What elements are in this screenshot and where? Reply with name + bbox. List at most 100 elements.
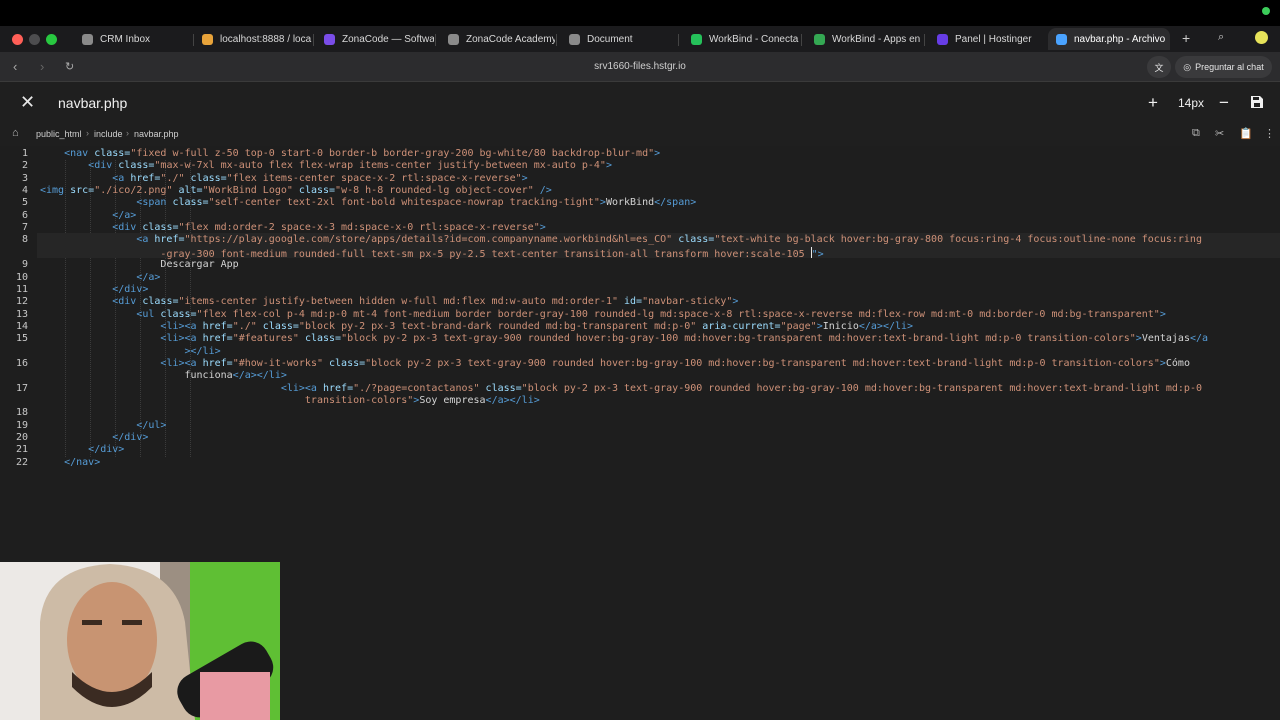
code-token: class= xyxy=(94,148,131,159)
code-line[interactable]: <div class="flex md:order-2 space-x-3 md… xyxy=(40,222,546,234)
browser-tab[interactable]: WorkBind - Conecta xyxy=(683,28,800,50)
code-line[interactable]: </ul> xyxy=(40,420,166,432)
code-token: > xyxy=(732,296,739,308)
code-token: "text-white bg-black hover:bg-gray-800 f… xyxy=(714,234,1202,246)
code-line[interactable]: <img src="./ico/2.png" alt="WorkBind Log… xyxy=(40,185,552,197)
code-line[interactable]: ></li> xyxy=(40,346,221,358)
code-line[interactable]: </div> xyxy=(40,284,148,296)
code-line[interactable]: <a href="https://play.google.com/store/a… xyxy=(40,234,1202,246)
window-maximize-button[interactable] xyxy=(46,34,57,45)
crm-icon xyxy=(82,33,93,45)
code-token: class= xyxy=(172,197,209,209)
code-token: "page" xyxy=(780,320,817,332)
code-token: class= xyxy=(329,357,366,369)
code-token: "./" xyxy=(232,320,263,332)
document-icon xyxy=(569,33,580,45)
browser-tab[interactable]: Document xyxy=(561,28,677,50)
paste-icon[interactable]: 📋 xyxy=(1239,127,1253,140)
code-token: href= xyxy=(130,172,161,184)
code-token: href= xyxy=(202,357,233,369)
code-token: </div> xyxy=(88,444,125,456)
home-icon[interactable]: ⌂ xyxy=(12,127,19,139)
ask-chat-button[interactable]: ◎ Preguntar al chat xyxy=(1175,56,1272,78)
breadcrumb-include[interactable]: include xyxy=(94,129,123,139)
browser-tab[interactable]: Panel | Hostinger xyxy=(929,28,1043,50)
line-number: 20 xyxy=(15,432,28,444)
ask-chat-label: Preguntar al chat xyxy=(1195,62,1264,72)
code-token: "block py-2 px-3 text-gray-900 rounded h… xyxy=(521,382,1202,394)
code-token: "self-center text-2xl font-bold whitespa… xyxy=(208,197,600,209)
decrease-font-button[interactable]: − xyxy=(1219,93,1229,113)
code-line[interactable]: </a> xyxy=(40,210,136,222)
translate-icon[interactable]: 文 xyxy=(1147,56,1171,78)
profile-avatar[interactable] xyxy=(1255,31,1268,44)
code-line[interactable]: funciona</a></li> xyxy=(40,370,287,382)
code-line[interactable]: <a href="./" class="flex items-center sp… xyxy=(40,172,527,185)
code-token: "./ico/2.png" xyxy=(94,185,179,197)
code-line[interactable]: <div class="items-center justify-between… xyxy=(40,296,738,308)
tab-label: ZonaCode Academy xyxy=(466,33,555,45)
code-line[interactable]: <li><a href="./" class="block py-2 px-3 … xyxy=(40,321,913,333)
browser-tab[interactable]: WorkBind - Apps en xyxy=(806,28,923,50)
search-tabs-icon[interactable]: ⌕ xyxy=(1218,31,1224,44)
code-line[interactable]: <li><a href="./?page=contactanos" class=… xyxy=(40,383,1202,395)
breadcrumb-public-html[interactable]: public_html xyxy=(36,129,82,139)
code-line[interactable]: <nav class="fixed w-full z-50 top-0 star… xyxy=(40,148,660,160)
tab-label: WorkBind - Conecta xyxy=(709,33,799,45)
code-line[interactable]: <ul class="flex flex-col p-4 md:p-0 mt-4… xyxy=(40,309,1166,321)
window-close-button[interactable] xyxy=(12,34,23,45)
tab-separator xyxy=(678,34,679,46)
code-line[interactable]: <span class="self-center text-2xl font-b… xyxy=(40,197,696,209)
code-token: class= xyxy=(142,296,179,308)
browser-tab[interactable]: ZonaCode Academy xyxy=(440,28,555,50)
cut-icon[interactable]: ✂ xyxy=(1215,127,1224,140)
code-line[interactable]: <div class="max-w-7xl mx-auto flex flex-… xyxy=(40,160,612,172)
new-tab-button[interactable]: + xyxy=(1182,30,1190,46)
code-token: </a></li> xyxy=(858,320,914,332)
code-line[interactable]: </div> xyxy=(40,444,124,456)
increase-font-button[interactable]: + xyxy=(1148,93,1158,113)
code-token: href= xyxy=(154,234,185,246)
tab-separator xyxy=(313,34,314,46)
code-token: transition-colors" xyxy=(304,395,414,406)
url-text[interactable]: srv1660-files.hstgr.io xyxy=(0,61,1280,72)
browser-tab[interactable]: navbar.php - Archivo× xyxy=(1048,28,1170,50)
more-options-icon[interactable]: ⋮ xyxy=(1264,127,1275,140)
code-token: WorkBind xyxy=(605,197,655,209)
copy-icon[interactable]: ⧉ xyxy=(1192,127,1200,140)
code-line[interactable]: </div> xyxy=(40,432,148,444)
code-token: class= xyxy=(678,234,715,246)
code-token: class= xyxy=(190,172,227,184)
code-token: "flex md:order-2 space-x-3 md:space-x-0 … xyxy=(178,222,540,234)
close-icon[interactable]: ✕ xyxy=(20,92,35,113)
line-number: 9 xyxy=(21,259,28,271)
code-token: src= xyxy=(70,185,95,197)
line-number: 5 xyxy=(21,197,28,209)
code-line[interactable]: </a> xyxy=(40,272,160,284)
browser-tab[interactable]: localhost:8888 / loca xyxy=(194,28,312,50)
code-line[interactable]: <li><a href="#features" class="block py-… xyxy=(40,333,1208,345)
code-line[interactable]: transition-colors">Soy empresa</a></li> xyxy=(40,395,540,407)
line-number: 11 xyxy=(15,283,28,295)
code-token: </nav> xyxy=(64,456,101,468)
hostinger-icon xyxy=(937,33,948,45)
window-minimize-button[interactable] xyxy=(29,34,40,45)
code-token: "block py-2 px-3 text-brand-dark rounded… xyxy=(298,320,703,332)
code-token: > xyxy=(654,148,661,159)
line-number: 15 xyxy=(15,333,28,345)
code-line[interactable]: Descargar App xyxy=(40,259,238,271)
code-line[interactable]: <li><a href="#how-it-works" class="block… xyxy=(40,358,1190,370)
browser-tab[interactable]: CRM Inbox xyxy=(74,28,192,50)
save-icon[interactable] xyxy=(1250,95,1264,112)
code-token: </a> xyxy=(112,209,137,221)
code-line[interactable]: </nav> xyxy=(40,457,100,469)
code-token: href= xyxy=(202,333,233,345)
line-number: 8 xyxy=(21,234,28,246)
browser-tab[interactable]: ZonaCode — Softwa xyxy=(316,28,434,50)
code-token: <div xyxy=(112,222,143,234)
